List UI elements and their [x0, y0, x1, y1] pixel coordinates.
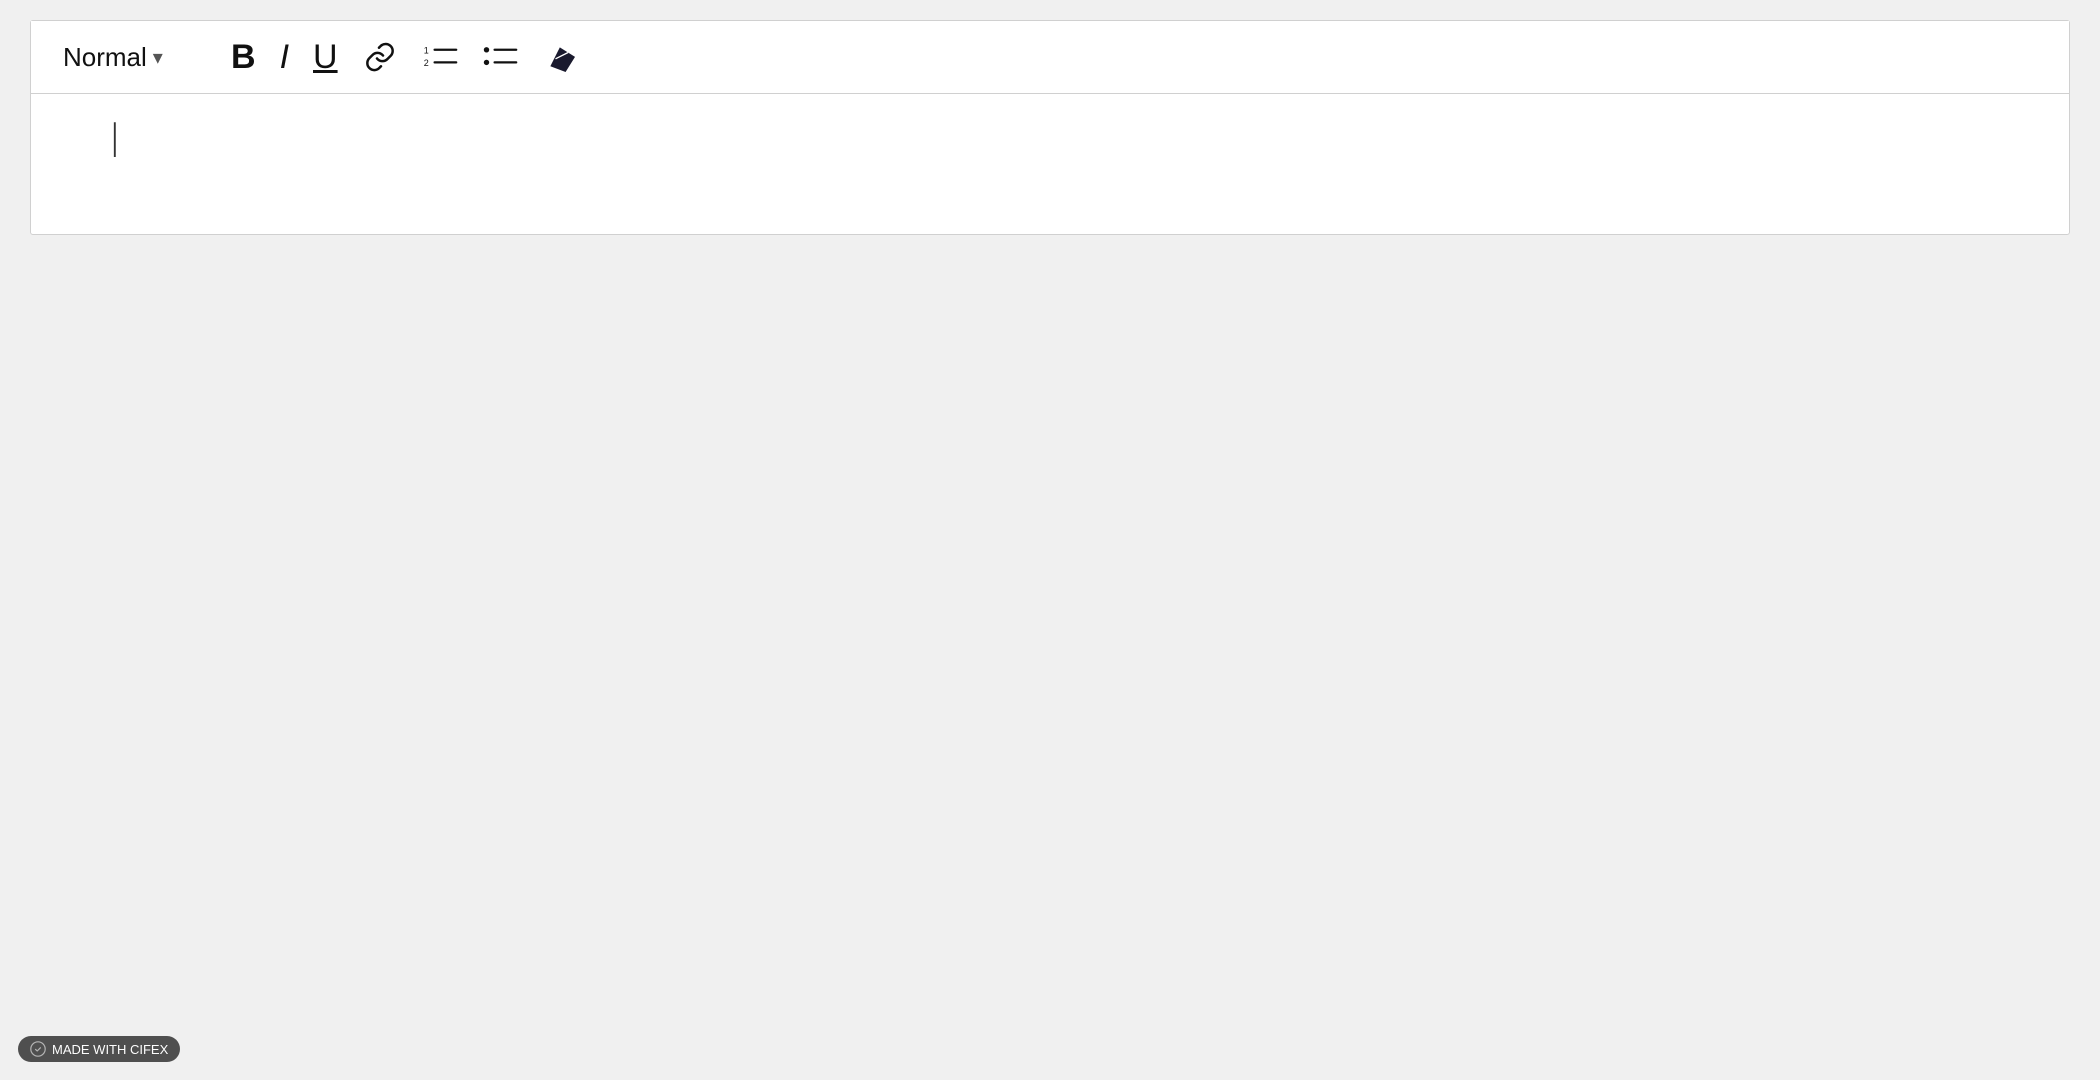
text-cursor: |	[111, 118, 119, 156]
chevron-down-icon: ▾	[153, 45, 163, 70]
eraser-icon	[542, 39, 578, 75]
style-dropdown[interactable]: Normal ▾	[55, 38, 215, 77]
link-icon	[362, 39, 398, 75]
unordered-list-icon	[482, 39, 518, 75]
clear-formatting-button[interactable]	[534, 33, 586, 81]
made-with-badge: MADE WITH CIFEX	[18, 1036, 180, 1062]
underline-button[interactable]: U	[305, 34, 346, 80]
svg-text:2: 2	[423, 58, 428, 68]
badge-icon	[30, 1041, 46, 1057]
unordered-list-button[interactable]	[474, 33, 526, 81]
link-button[interactable]	[354, 33, 406, 81]
style-label: Normal	[63, 42, 147, 73]
editor-body[interactable]: |	[31, 94, 2069, 234]
ordered-list-icon: 1 2	[422, 39, 458, 75]
ordered-list-button[interactable]: 1 2	[414, 33, 466, 81]
svg-text:1: 1	[423, 45, 428, 55]
bold-button[interactable]: B	[223, 34, 264, 80]
editor-container: Normal ▾ B I U 1 2	[30, 20, 2070, 235]
toolbar: Normal ▾ B I U 1 2	[31, 21, 2069, 94]
italic-button[interactable]: I	[272, 34, 297, 80]
badge-label: MADE WITH CIFEX	[52, 1042, 168, 1057]
